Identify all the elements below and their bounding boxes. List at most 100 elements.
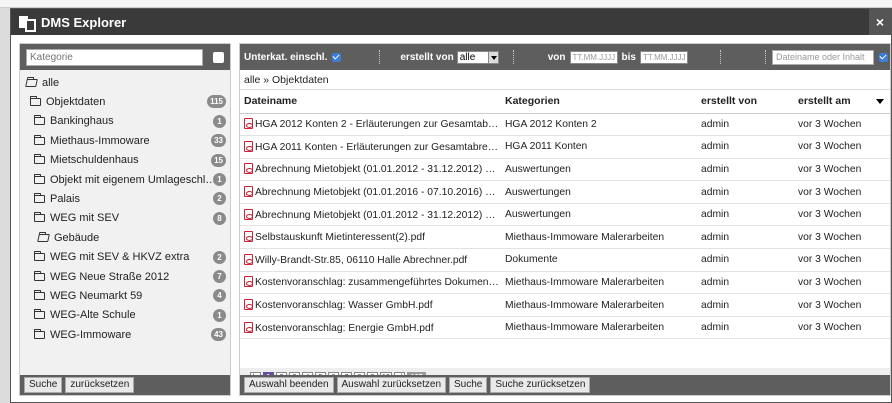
table-row[interactable]: Abrechnung Mietobjekt (01.01.2012 - 31.1… [240, 158, 890, 182]
folder-icon [34, 134, 45, 145]
reset-selection-button[interactable]: Auswahl zurücksetzen [336, 377, 447, 393]
filename-cell: Kostenvoranschlag: Wasser GmbH.pdf [240, 293, 501, 317]
filename-search-input[interactable]: Dateiname oder Inhalt [771, 49, 874, 65]
category-filter-input[interactable] [26, 48, 204, 66]
created-at-cell: vor 3 Wochen [794, 135, 890, 159]
filename-cell: HGA 2011 Konten - Erläuterungen zur Gesa… [240, 135, 501, 159]
pdf-file-icon [244, 276, 253, 288]
date-to-input[interactable]: TT.MM.JJJJ [639, 50, 688, 64]
created-by-select[interactable]: alle [456, 50, 499, 64]
created-by-cell: admin [697, 271, 794, 295]
content-search-checkbox[interactable] [878, 52, 888, 62]
category-item[interactable]: alle [20, 73, 230, 92]
category-item[interactable]: WEG mit SEV & HKVZ extra 2 [20, 248, 230, 267]
category-item[interactable]: Palais 2 [20, 189, 230, 208]
created-at-cell: vor 3 Wochen [794, 271, 890, 295]
created-by-cell: admin [697, 293, 794, 317]
sort-desc-icon[interactable] [876, 99, 884, 108]
created-by-cell: admin [697, 225, 794, 250]
category-item[interactable]: Bankinghaus 1 [20, 112, 230, 131]
subcategories-checkbox[interactable] [332, 52, 342, 62]
background-left-edge [0, 8, 10, 403]
filename-cell: Kostenvoranschlag: Energie GmbH.pdf [240, 316, 501, 340]
category-item[interactable]: Objekt mit eigenem Umlageschl… 1 [20, 170, 230, 189]
search-button[interactable]: Suche [449, 377, 488, 393]
category-item[interactable]: Mietschuldenhaus 15 [20, 151, 230, 170]
filename-text: Abrechnung Mietobjekt (01.01.2012 - 31.1… [255, 164, 501, 176]
category-cell: Auswertungen [501, 158, 697, 182]
pdf-file-icon [244, 163, 253, 175]
date-from-input[interactable]: TT.MM.JJJJ [569, 50, 618, 64]
table-row[interactable]: HGA 2012 Konten 2 - Erläuterungen zur Ge… [240, 113, 890, 137]
category-item[interactable]: WEG-Alte Schule 1 [20, 306, 230, 325]
category-label: Bankinghaus [50, 115, 114, 128]
folder-icon [34, 212, 45, 223]
count-badge: 4 [213, 289, 226, 303]
table-row[interactable]: Kostenvoranschlag: zusammengeführtes Dok… [240, 271, 890, 295]
category-search-button[interactable]: Suche [24, 377, 63, 393]
filter-bar: Unterkat. einschl. erstellt von alle von… [240, 44, 890, 70]
table-row[interactable]: Selbstauskunft Mietinteressent(2).pdf Mie… [240, 225, 890, 250]
table-row[interactable]: Abrechnung Mietobjekt (01.01.2012 - 31.1… [240, 203, 890, 227]
created-at-cell: vor 3 Wochen [794, 225, 890, 250]
pdf-file-icon [244, 299, 253, 311]
filename-text: HGA 2012 Konten 2 - Erläuterungen zur Ge… [255, 119, 501, 131]
category-cell: Auswertungen [501, 203, 697, 227]
category-item[interactable]: WEG Neumarkt 59 4 [20, 286, 230, 305]
category-reset-button[interactable]: zurücksetzen [65, 377, 135, 393]
category-cell: Miethaus-Immoware Malerarbeiten [501, 316, 697, 340]
created-by-cell: admin [697, 135, 794, 159]
category-label: Miethaus-Immoware [50, 134, 150, 147]
table-row[interactable]: Kostenvoranschlag: Wasser GmbH.pdf Mietha… [240, 293, 890, 317]
folder-open-icon [25, 78, 38, 87]
end-selection-button[interactable]: Auswahl beenden [244, 377, 334, 393]
category-label: WEG-Alte Schule [50, 309, 136, 322]
category-label: WEG Neue Straße 2012 [50, 270, 170, 283]
category-item[interactable]: WEG mit SEV 8 [20, 209, 230, 228]
created-by-cell: admin [697, 180, 794, 204]
column-header-created-at[interactable]: erstellt am [794, 90, 890, 114]
column-header-filename[interactable]: Dateiname [240, 90, 501, 114]
count-badge: 1 [213, 172, 226, 186]
pdf-file-icon [244, 253, 253, 265]
category-actions: Suche zurücksetzen [20, 375, 230, 395]
filename-cell: Abrechnung Mietobjekt (01.01.2012 - 31.1… [240, 158, 501, 182]
created-by-cell: admin [697, 203, 794, 227]
table-row[interactable]: Kostenvoranschlag: Energie GmbH.pdf Mieth… [240, 316, 890, 340]
category-label: Mietschuldenhaus [50, 154, 139, 167]
filename-text: Kostenvoranschlag: Wasser GmbH.pdf [255, 300, 433, 312]
filename-text: Abrechnung Mietobjekt (01.01.2012 - 31.1… [255, 209, 501, 221]
created-at-cell: vor 3 Wochen [794, 158, 890, 182]
reset-search-button[interactable]: Suche zurücksetzen [490, 377, 591, 393]
table-row[interactable]: Willy-Brandt-Str.85, 06110 Halle Abrechn… [240, 248, 890, 272]
created-at-header-label: erstellt am [798, 95, 851, 108]
table-row[interactable]: Abrechnung Mietobjekt (01.01.2016 - 07.1… [240, 180, 890, 204]
category-label: alle [42, 76, 60, 89]
category-item[interactable]: Miethaus-Immoware 33 [20, 131, 230, 150]
count-badge: 2 [213, 192, 226, 206]
close-button[interactable]: × [869, 9, 891, 35]
folder-icon [30, 96, 41, 107]
category-item[interactable]: Objektdaten 115 [20, 92, 230, 111]
pdf-file-icon [244, 208, 253, 220]
category-item[interactable]: WEG-Immoware 43 [20, 325, 230, 344]
created-by-cell: admin [697, 158, 794, 182]
filename-cell: Kostenvoranschlag: zusammengeführtes Dok… [240, 271, 501, 295]
category-cell: Miethaus-Immoware Malerarbeiten [501, 225, 697, 250]
filename-cell: Willy-Brandt-Str.85, 06110 Halle Abrechn… [240, 248, 501, 272]
category-checkbox[interactable] [213, 51, 224, 63]
filename-text: HGA 2011 Konten - Erläuterungen zur Gesa… [255, 141, 501, 153]
created-at-cell: vor 3 Wochen [794, 316, 890, 340]
category-label: WEG mit SEV [50, 212, 120, 225]
category-label: Gebäude [54, 231, 100, 244]
category-item[interactable]: WEG Neue Straße 2012 7 [20, 267, 230, 286]
table-row[interactable]: HGA 2011 Konten - Erläuterungen zur Gesa… [240, 135, 890, 159]
folder-icon [34, 328, 45, 339]
category-toolbar [20, 44, 230, 70]
folder-icon [34, 270, 45, 281]
column-header-categories[interactable]: Kategorien [501, 90, 697, 114]
category-item[interactable]: Gebäude [20, 228, 230, 247]
count-badge: 2 [213, 250, 226, 264]
column-header-created-by[interactable]: erstellt von [697, 90, 794, 114]
documents-table-body: HGA 2012 Konten 2 - Erläuterungen zur Ge… [240, 113, 890, 340]
